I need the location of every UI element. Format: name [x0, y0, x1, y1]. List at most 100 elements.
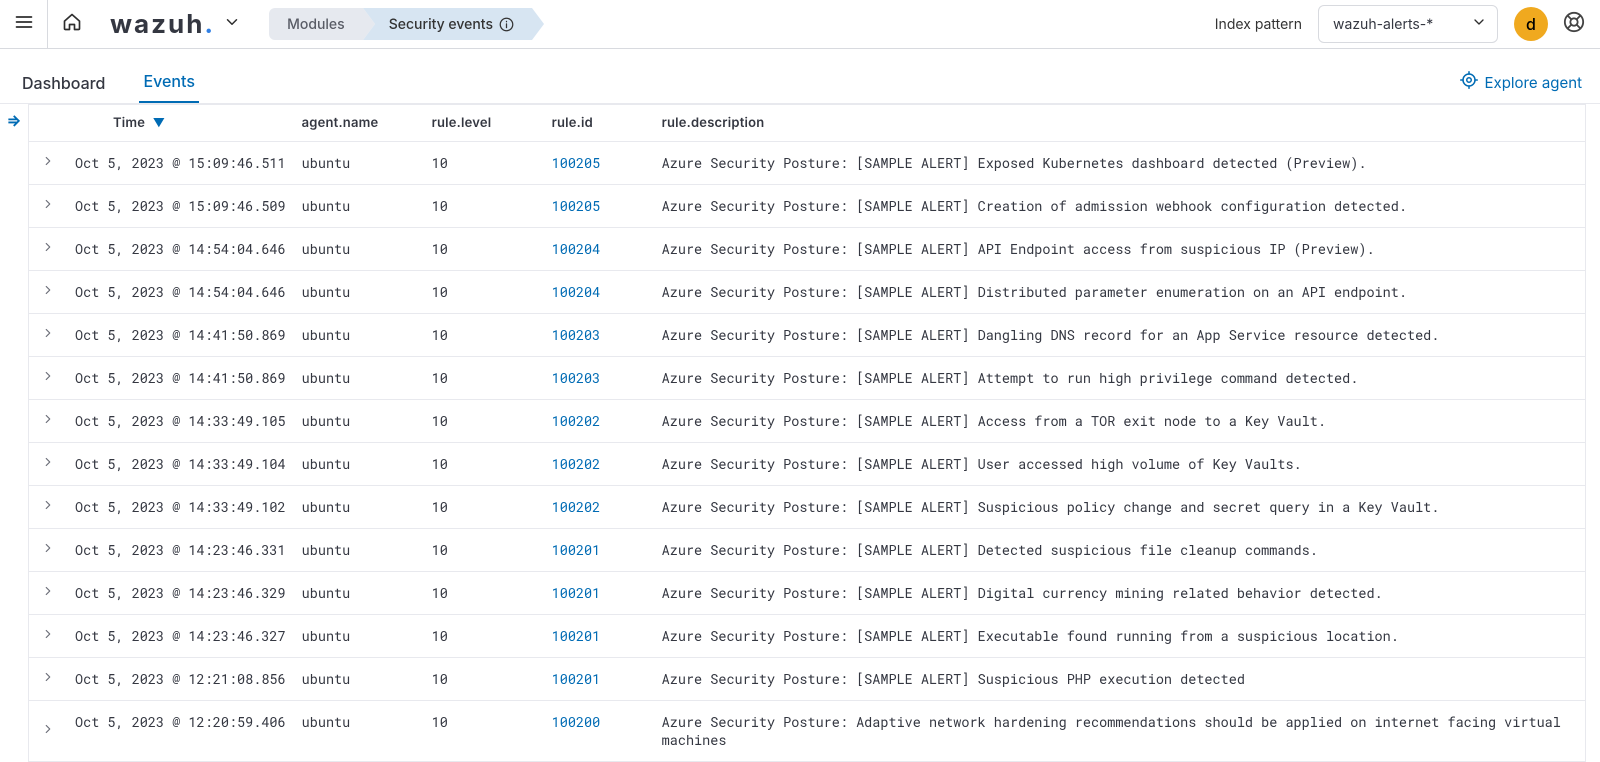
brand-logo[interactable]: wazuh. [96, 9, 259, 40]
cell-rule-level: 10 [424, 142, 544, 185]
cell-agent-name: ubuntu [294, 658, 424, 701]
cell-rule-description: Azure Security Posture: [SAMPLE ALERT] A… [654, 400, 1585, 443]
expand-row-button[interactable] [29, 228, 67, 271]
cell-agent-name: ubuntu [294, 615, 424, 658]
cell-rule-id[interactable]: 100200 [544, 701, 654, 762]
cell-rule-description: Azure Security Posture: [SAMPLE ALERT] A… [654, 228, 1585, 271]
chevron-right-icon [41, 584, 55, 598]
index-pattern-value: wazuh-alerts-* [1333, 16, 1433, 33]
help-button[interactable] [1560, 10, 1588, 38]
expand-row-button[interactable] [29, 271, 67, 314]
tab-events[interactable]: Events [139, 63, 198, 103]
expand-row-button[interactable] [29, 142, 67, 185]
content: ⇒ Time ▼ agent.name rule.level rule.id r… [0, 104, 1600, 762]
cell-rule-level: 10 [424, 185, 544, 228]
info-icon [499, 17, 514, 32]
breadcrumb-security-events[interactable]: Security events [363, 8, 532, 40]
breadcrumb-modules[interactable]: Modules [269, 8, 363, 40]
expand-row-button[interactable] [29, 486, 67, 529]
column-rule-description[interactable]: rule.description [654, 105, 1585, 142]
cell-rule-id[interactable]: 100201 [544, 572, 654, 615]
cell-rule-id[interactable]: 100201 [544, 615, 654, 658]
expand-row-button[interactable] [29, 185, 67, 228]
cell-time: Oct 5, 2023 @ 12:21:08.856 [67, 658, 294, 701]
cell-rule-id[interactable]: 100205 [544, 185, 654, 228]
cell-rule-description: Azure Security Posture: [SAMPLE ALERT] D… [654, 314, 1585, 357]
cell-agent-name: ubuntu [294, 486, 424, 529]
cell-rule-id[interactable]: 100201 [544, 529, 654, 572]
cell-rule-level: 10 [424, 486, 544, 529]
breadcrumb-label: Security events [389, 16, 493, 33]
cell-rule-description: Azure Security Posture: [SAMPLE ALERT] S… [654, 486, 1585, 529]
menu-toggle-button[interactable] [0, 0, 48, 49]
cell-rule-level: 10 [424, 701, 544, 762]
expand-panel-button[interactable]: ⇒ [0, 104, 28, 762]
cell-agent-name: ubuntu [294, 701, 424, 762]
cell-rule-description: Azure Security Posture: [SAMPLE ALERT] C… [654, 185, 1585, 228]
expand-row-button[interactable] [29, 658, 67, 701]
cell-rule-description: Azure Security Posture: [SAMPLE ALERT] E… [654, 615, 1585, 658]
cell-time: Oct 5, 2023 @ 12:20:59.406 [67, 701, 294, 762]
column-agent-name[interactable]: agent.name [294, 105, 424, 142]
home-button[interactable] [48, 0, 96, 49]
cell-rule-id[interactable]: 100204 [544, 228, 654, 271]
cell-rule-id[interactable]: 100203 [544, 314, 654, 357]
tab-dashboard[interactable]: Dashboard [18, 65, 109, 103]
cell-rule-id[interactable]: 100201 [544, 658, 654, 701]
chevron-down-icon [1471, 14, 1487, 34]
cell-rule-description: Azure Security Posture: [SAMPLE ALERT] U… [654, 443, 1585, 486]
expand-row-button[interactable] [29, 572, 67, 615]
explore-agent-label: Explore agent [1484, 73, 1582, 92]
chevron-right-icon [41, 283, 55, 297]
expand-row-button[interactable] [29, 357, 67, 400]
breadcrumb-label: Modules [287, 16, 345, 33]
cell-rule-id[interactable]: 100204 [544, 271, 654, 314]
cell-agent-name: ubuntu [294, 572, 424, 615]
table-row: Oct 5, 2023 @ 15:09:46.511ubuntu10100205… [29, 142, 1585, 185]
expand-row-button[interactable] [29, 400, 67, 443]
column-expand [29, 105, 67, 142]
expand-row-button[interactable] [29, 443, 67, 486]
cell-rule-level: 10 [424, 271, 544, 314]
top-nav: wazuh. Modules Security events Index pat… [0, 0, 1600, 49]
cell-rule-level: 10 [424, 357, 544, 400]
cell-rule-level: 10 [424, 314, 544, 357]
cell-rule-id[interactable]: 100202 [544, 400, 654, 443]
cell-rule-description: Azure Security Posture: [SAMPLE ALERT] D… [654, 271, 1585, 314]
column-label: Time [113, 115, 145, 131]
chevron-right-icon [41, 627, 55, 641]
cell-rule-id[interactable]: 100203 [544, 357, 654, 400]
cell-time: Oct 5, 2023 @ 14:23:46.327 [67, 615, 294, 658]
expand-row-button[interactable] [29, 529, 67, 572]
index-pattern-select[interactable]: wazuh-alerts-* [1318, 5, 1498, 43]
cell-time: Oct 5, 2023 @ 14:54:04.646 [67, 228, 294, 271]
cell-rule-id[interactable]: 100202 [544, 486, 654, 529]
column-time[interactable]: Time ▼ [67, 105, 294, 142]
cell-agent-name: ubuntu [294, 400, 424, 443]
table-row: Oct 5, 2023 @ 14:54:04.646ubuntu10100204… [29, 228, 1585, 271]
cell-rule-id[interactable]: 100205 [544, 142, 654, 185]
events-table: Time ▼ agent.name rule.level rule.id rul… [28, 104, 1586, 762]
view-tabs: Dashboard Events Explore agent [0, 49, 1600, 104]
sort-desc-icon: ▼ [153, 115, 166, 130]
expand-row-button[interactable] [29, 314, 67, 357]
chevron-right-icon [41, 670, 55, 684]
hamburger-icon [14, 12, 34, 36]
table-header-row: Time ▼ agent.name rule.level rule.id rul… [29, 105, 1585, 142]
column-rule-level[interactable]: rule.level [424, 105, 544, 142]
cell-rule-description: Azure Security Posture: [SAMPLE ALERT] D… [654, 529, 1585, 572]
cell-time: Oct 5, 2023 @ 14:33:49.104 [67, 443, 294, 486]
cell-agent-name: ubuntu [294, 314, 424, 357]
user-avatar[interactable]: d [1514, 7, 1548, 41]
cell-rule-level: 10 [424, 572, 544, 615]
expand-right-icon: ⇒ [6, 110, 21, 130]
chevron-down-icon [223, 13, 241, 35]
expand-row-button[interactable] [29, 615, 67, 658]
cell-time: Oct 5, 2023 @ 14:33:49.105 [67, 400, 294, 443]
explore-agent-link[interactable]: Explore agent [1460, 71, 1582, 103]
cell-agent-name: ubuntu [294, 142, 424, 185]
chevron-right-icon [41, 369, 55, 383]
expand-row-button[interactable] [29, 701, 67, 762]
cell-rule-id[interactable]: 100202 [544, 443, 654, 486]
column-rule-id[interactable]: rule.id [544, 105, 654, 142]
